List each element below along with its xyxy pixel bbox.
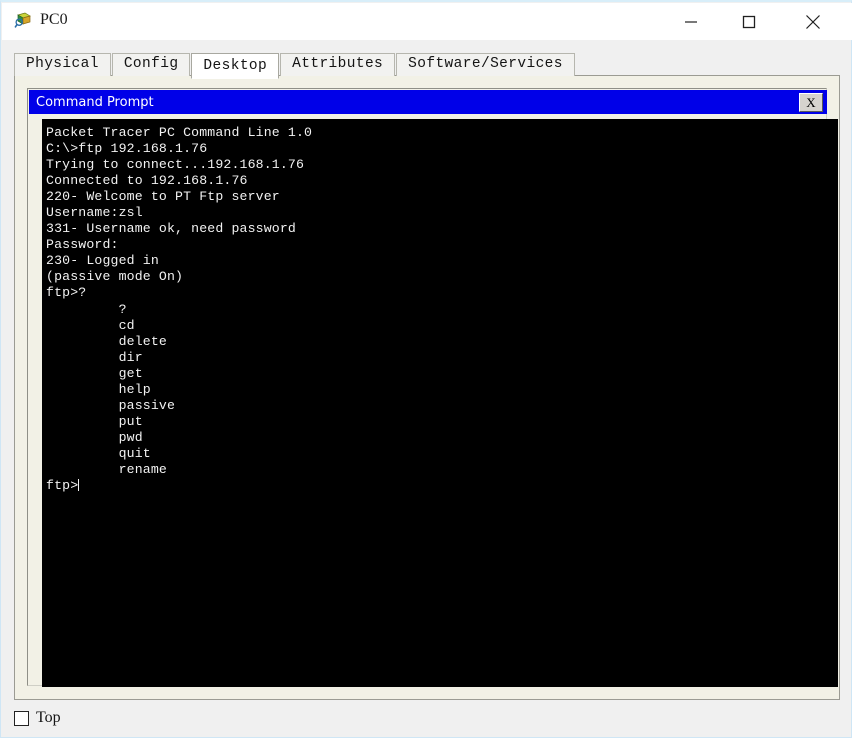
command-prompt-title-bar: Command Prompt X: [29, 90, 827, 114]
command-prompt-title: Command Prompt: [36, 94, 154, 110]
tab-config[interactable]: Config: [111, 53, 191, 76]
terminal-cursor: [78, 479, 80, 492]
footer-bar: Top: [14, 706, 61, 730]
maximize-button[interactable]: [726, 3, 772, 40]
window-title: PC0: [40, 11, 68, 28]
tab-software-services[interactable]: Software/Services: [396, 53, 575, 76]
top-checkbox-label: Top: [36, 709, 61, 726]
tab-desktop[interactable]: Desktop: [191, 53, 280, 79]
terminal-screen[interactable]: Packet Tracer PC Command Line 1.0 C:\>ft…: [42, 119, 838, 687]
pc0-device-window: PC0 Physical Config Desktop Attributes S…: [0, 0, 852, 738]
desktop-tab-panel: Command Prompt X Packet Tracer PC Comman…: [14, 75, 840, 700]
tab-physical[interactable]: Physical: [14, 53, 111, 76]
title-bar-left-group: PC0: [14, 11, 68, 29]
minimize-button[interactable]: [668, 3, 714, 40]
top-checkbox[interactable]: [14, 710, 29, 726]
command-prompt-close-button[interactable]: X: [799, 93, 823, 112]
packet-tracer-device-icon: [14, 11, 32, 29]
window-title-bar: PC0: [2, 3, 852, 40]
close-button[interactable]: [790, 3, 836, 40]
device-tab-strip: Physical Config Desktop Attributes Softw…: [14, 52, 576, 79]
command-prompt-window: Command Prompt X Packet Tracer PC Comman…: [27, 88, 838, 687]
tab-attributes[interactable]: Attributes: [280, 53, 396, 76]
terminal-output-text: Packet Tracer PC Command Line 1.0 C:\>ft…: [46, 125, 313, 494]
